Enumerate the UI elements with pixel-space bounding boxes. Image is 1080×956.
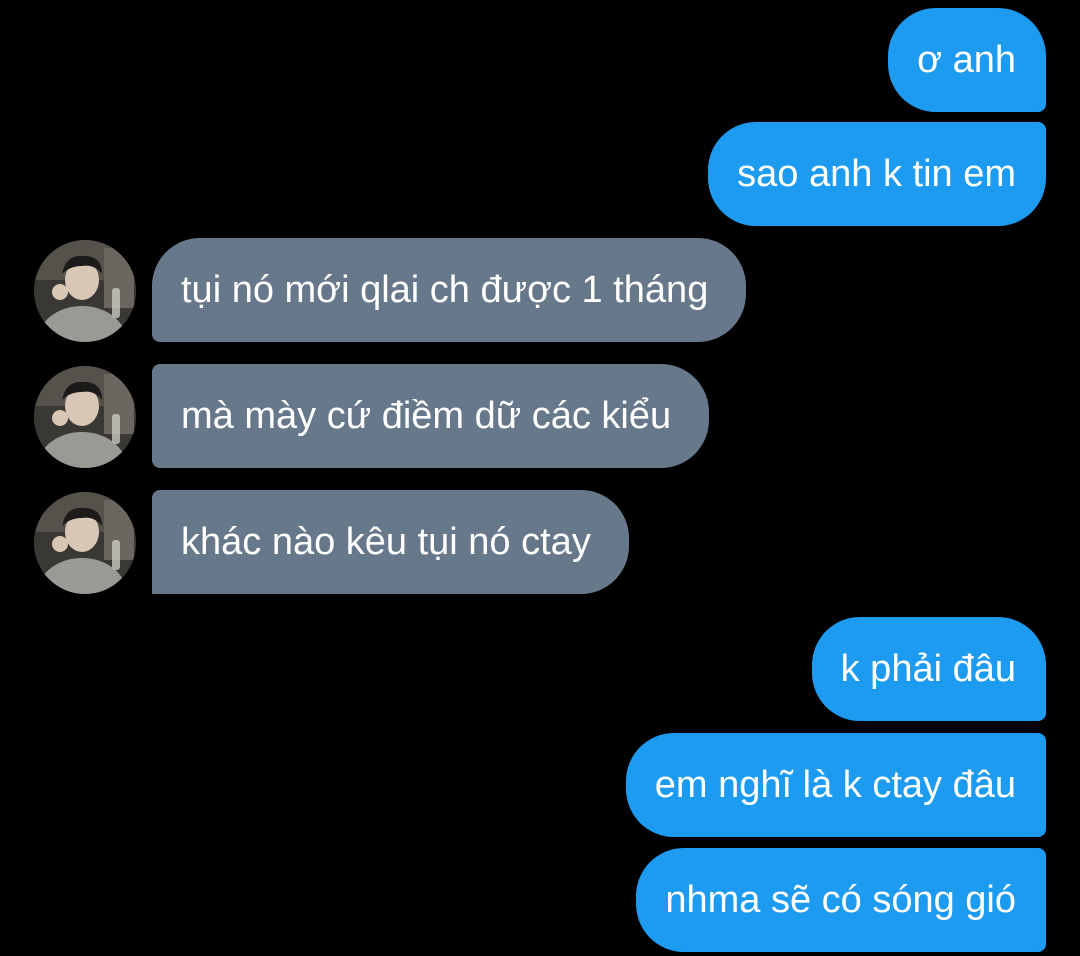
avatar-photo-icon [34, 240, 136, 342]
message-text: nhma sẽ có sóng gió [665, 879, 1016, 921]
message-text: khác nào kêu tụi nó ctay [181, 521, 591, 563]
sent-message-bubble[interactable]: em nghĩ là k ctay đâu [625, 733, 1046, 837]
avatar-photo-icon [34, 492, 136, 594]
message-text: sao anh k tin em [737, 153, 1016, 195]
contact-avatar[interactable] [34, 492, 136, 594]
sent-message-bubble[interactable]: ơ anh [888, 8, 1046, 112]
received-message-bubble[interactable]: khác nào kêu tụi nó ctay [152, 490, 629, 594]
contact-avatar[interactable] [34, 366, 136, 468]
contact-avatar[interactable] [34, 240, 136, 342]
message-text: mà mày cứ điềm dữ các kiểu [181, 395, 672, 437]
message-text: ơ anh [917, 39, 1016, 81]
sent-message-bubble[interactable]: nhma sẽ có sóng gió [636, 848, 1046, 952]
sent-message-bubble[interactable]: k phải đâu [811, 617, 1046, 721]
message-text: k phải đâu [840, 648, 1016, 690]
received-message-bubble[interactable]: mà mày cứ điềm dữ các kiểu [152, 364, 710, 468]
message-text: tụi nó mới qlai ch được 1 tháng [181, 269, 709, 311]
message-text: em nghĩ là k ctay đâu [654, 764, 1016, 806]
avatar-photo-icon [34, 366, 136, 468]
sent-message-bubble[interactable]: sao anh k tin em [708, 122, 1046, 226]
received-message-bubble[interactable]: tụi nó mới qlai ch được 1 tháng [152, 238, 747, 342]
